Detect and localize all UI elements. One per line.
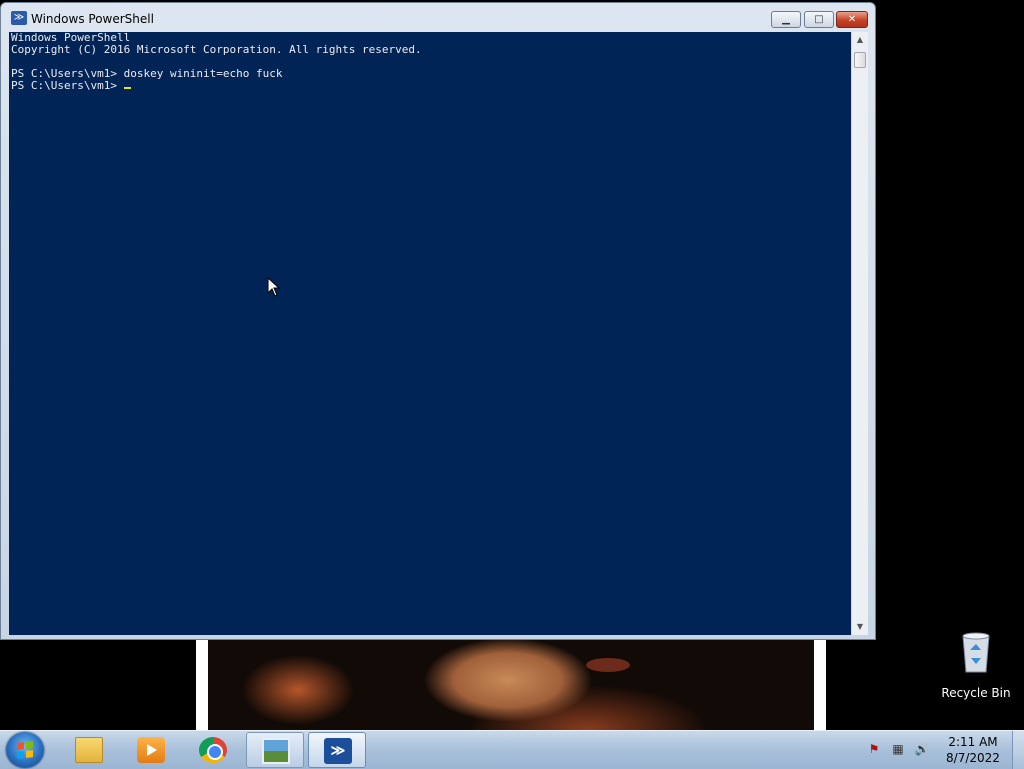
text-cursor — [123, 87, 131, 89]
vertical-scrollbar[interactable]: ▲ ▼ — [851, 32, 868, 635]
wallpaper-detail — [586, 658, 630, 672]
action-center-flag-icon[interactable]: ⚑ — [866, 741, 882, 757]
powershell-icon[interactable]: ≫ — [11, 11, 27, 25]
maximize-button[interactable]: □ — [804, 11, 834, 28]
recycle-bin-label: Recycle Bin — [941, 686, 1011, 700]
taskbar-powershell-button[interactable]: ≫ — [308, 732, 366, 768]
scroll-up-arrow-icon[interactable]: ▲ — [852, 32, 868, 48]
console-line: Copyright (C) 2016 Microsoft Corporation… — [11, 43, 422, 56]
console-output[interactable]: Windows PowerShell Copyright (C) 2016 Mi… — [9, 32, 851, 635]
clock-date: 8/7/2022 — [946, 751, 1000, 765]
windows-explorer-icon — [75, 737, 103, 763]
system-clock[interactable]: 2:11 AM 8/7/2022 — [940, 734, 1006, 766]
show-desktop-button[interactable] — [1012, 731, 1024, 769]
powershell-icon: ≫ — [324, 738, 352, 764]
start-button[interactable] — [6, 732, 44, 768]
window-title: Windows PowerShell — [31, 12, 154, 26]
windows-logo-icon — [17, 741, 33, 759]
scrollbar-thumb[interactable] — [854, 52, 866, 68]
image-viewer-icon — [262, 738, 290, 764]
console-prompt-line[interactable]: PS C:\Users\vm1> — [9, 80, 851, 92]
volume-icon[interactable]: 🔊 — [914, 741, 930, 757]
chrome-icon — [199, 737, 227, 763]
recycle-bin-icon — [962, 632, 990, 673]
desktop-wallpaper — [196, 640, 826, 730]
network-icon[interactable]: ▦ — [890, 741, 906, 757]
taskbar-chrome-button[interactable] — [184, 732, 242, 768]
taskbar-image-viewer-button[interactable] — [246, 732, 304, 768]
wallpaper-photo — [208, 640, 814, 730]
console-line: PS C:\Users\vm1> doskey wininit=echo fuc… — [11, 67, 283, 80]
powershell-window[interactable]: ≫ Windows PowerShell ▁ □ ✕ Windows Power… — [0, 2, 876, 640]
window-titlebar[interactable]: ≫ Windows PowerShell ▁ □ ✕ — [1, 3, 875, 33]
scroll-down-arrow-icon[interactable]: ▼ — [852, 619, 868, 635]
taskbar-explorer-button[interactable] — [60, 732, 118, 768]
console-prompt: PS C:\Users\vm1> — [11, 79, 124, 92]
minimize-button[interactable]: ▁ — [771, 11, 801, 28]
recycle-bin-shortcut[interactable]: Recycle Bin — [940, 630, 1012, 700]
taskbar: ≫ ⚑ ▦ 🔊 2:11 AM 8/7/2022 — [0, 730, 1024, 769]
close-button[interactable]: ✕ — [836, 11, 868, 28]
mouse-pointer-icon — [267, 277, 281, 297]
taskbar-media-player-button[interactable] — [122, 732, 180, 768]
media-player-icon — [137, 737, 165, 763]
clock-time: 2:11 AM — [948, 735, 998, 749]
